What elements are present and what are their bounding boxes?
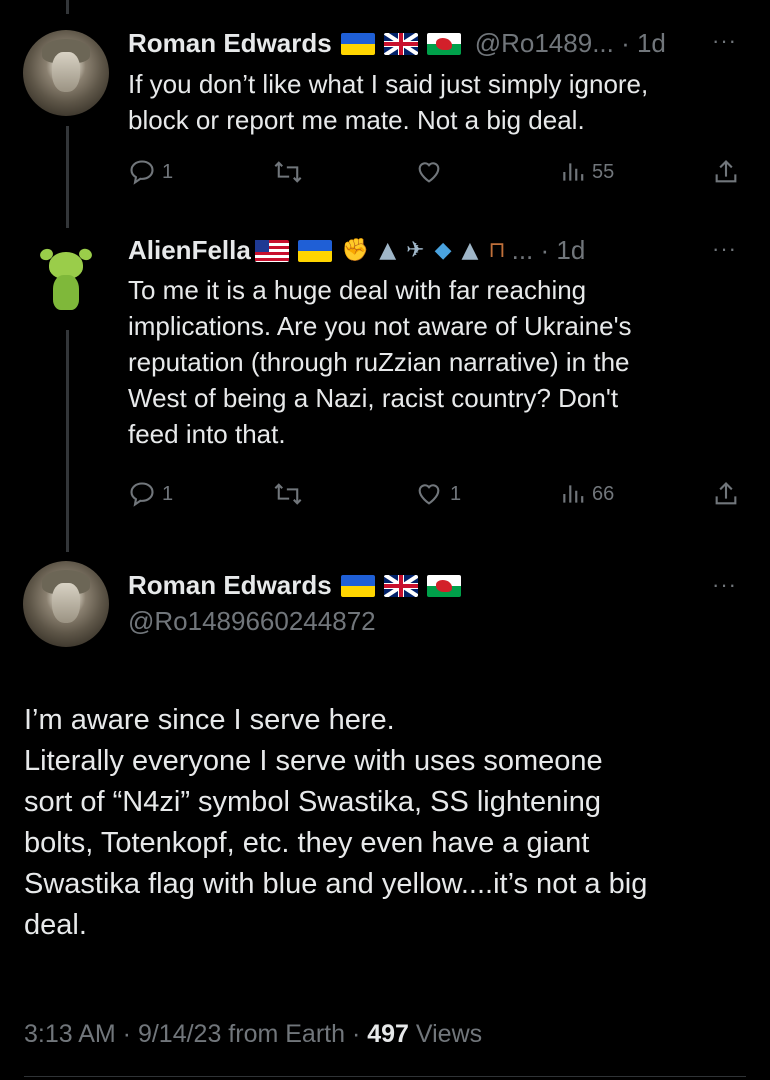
reply-button[interactable]: 1: [128, 158, 173, 186]
reply-count: 1: [162, 482, 174, 505]
retweet-icon: [274, 161, 302, 183]
tweet-1-text: If you don’t like what I said just simpl…: [128, 69, 649, 135]
like-count: 1: [450, 482, 462, 505]
author-name[interactable]: AlienFella: [128, 235, 251, 266]
timestamp[interactable]: 3:13 AM · 9/14/23 from Earth ·: [24, 1020, 367, 1048]
hand-emoji-icon: ✊: [341, 238, 370, 263]
handle-time[interactable]: @Ro1489... · 1d: [475, 28, 666, 59]
handle-time[interactable]: ... · 1d: [512, 235, 586, 266]
views-count: 66: [592, 482, 615, 505]
more-options-icon[interactable]: ···: [712, 28, 737, 54]
views-count: 55: [592, 160, 615, 183]
reply-count: 1: [162, 160, 174, 183]
uk-flag-icon: [383, 574, 418, 597]
thread-line-1: [66, 126, 69, 228]
share-button[interactable]: [712, 158, 740, 186]
dolphin-emoji-icon: ◆: [434, 238, 452, 263]
wales-flag-icon: [426, 32, 461, 55]
like-button[interactable]: [414, 158, 444, 186]
more-options-icon[interactable]: ···: [712, 236, 737, 262]
share-button[interactable]: [712, 480, 740, 508]
views-button[interactable]: 66: [560, 480, 614, 508]
reply-button[interactable]: 1: [128, 480, 173, 508]
views-icon: [563, 485, 584, 503]
views-icon: [563, 163, 584, 181]
tweet-1-header: Roman Edwards @Ro1489... · 1d: [128, 28, 666, 59]
reply-icon: [130, 482, 154, 507]
views-label: Views: [408, 1020, 483, 1048]
avatar-roman-edwards-main[interactable]: [23, 561, 109, 647]
author-name[interactable]: Roman Edwards: [128, 570, 332, 601]
thread-line-2: [66, 330, 69, 552]
chair-emoji-icon: ⊓: [488, 238, 506, 263]
views-button[interactable]: 55: [560, 158, 614, 186]
ukraine-flag-icon: [340, 574, 375, 597]
us-flag-icon: [254, 239, 289, 262]
heart-icon: [418, 162, 440, 183]
share-icon: [715, 160, 737, 183]
tweet-metadata: 3:13 AM · 9/14/23 from Earth · 497 Views: [24, 1020, 482, 1049]
tweet-2-header: AlienFella ✊ ▲ ✈ ◆ ▲ ⊓ ... · 1d: [128, 235, 585, 266]
wales-flag-icon: [426, 574, 461, 597]
ukraine-flag-icon: [297, 239, 332, 262]
tweet-2-text: To me it is a huge deal with far reachin…: [128, 275, 632, 449]
retweet-button[interactable]: [273, 158, 303, 186]
share-icon: [715, 482, 737, 505]
author-handle[interactable]: @Ro1489660244872: [128, 606, 376, 637]
retweet-icon: [274, 483, 302, 505]
main-tweet-text: I’m aware since I serve here. Literally …: [24, 704, 648, 941]
airplane-emoji-icon: ✈: [406, 238, 425, 263]
shark-emoji-icon-2: ▲: [461, 238, 479, 263]
uk-flag-icon: [383, 32, 418, 55]
avatar-roman-edwards[interactable]: [23, 30, 109, 116]
reply-icon: [130, 160, 154, 185]
author-name[interactable]: Roman Edwards: [128, 28, 332, 59]
main-tweet-handle-row: @Ro1489660244872: [128, 606, 376, 637]
shark-emoji-icon: ▲: [379, 238, 397, 263]
main-tweet-header: Roman Edwards: [128, 570, 461, 601]
retweet-button[interactable]: [273, 480, 303, 508]
like-button[interactable]: 1: [414, 480, 461, 508]
views-count: 497: [367, 1020, 409, 1048]
avatar-alienfella[interactable]: [36, 238, 96, 316]
thread-line-top: [66, 0, 69, 14]
divider: [24, 1076, 746, 1077]
more-options-icon[interactable]: ···: [712, 572, 737, 598]
heart-icon: [418, 484, 440, 505]
ukraine-flag-icon: [340, 32, 375, 55]
